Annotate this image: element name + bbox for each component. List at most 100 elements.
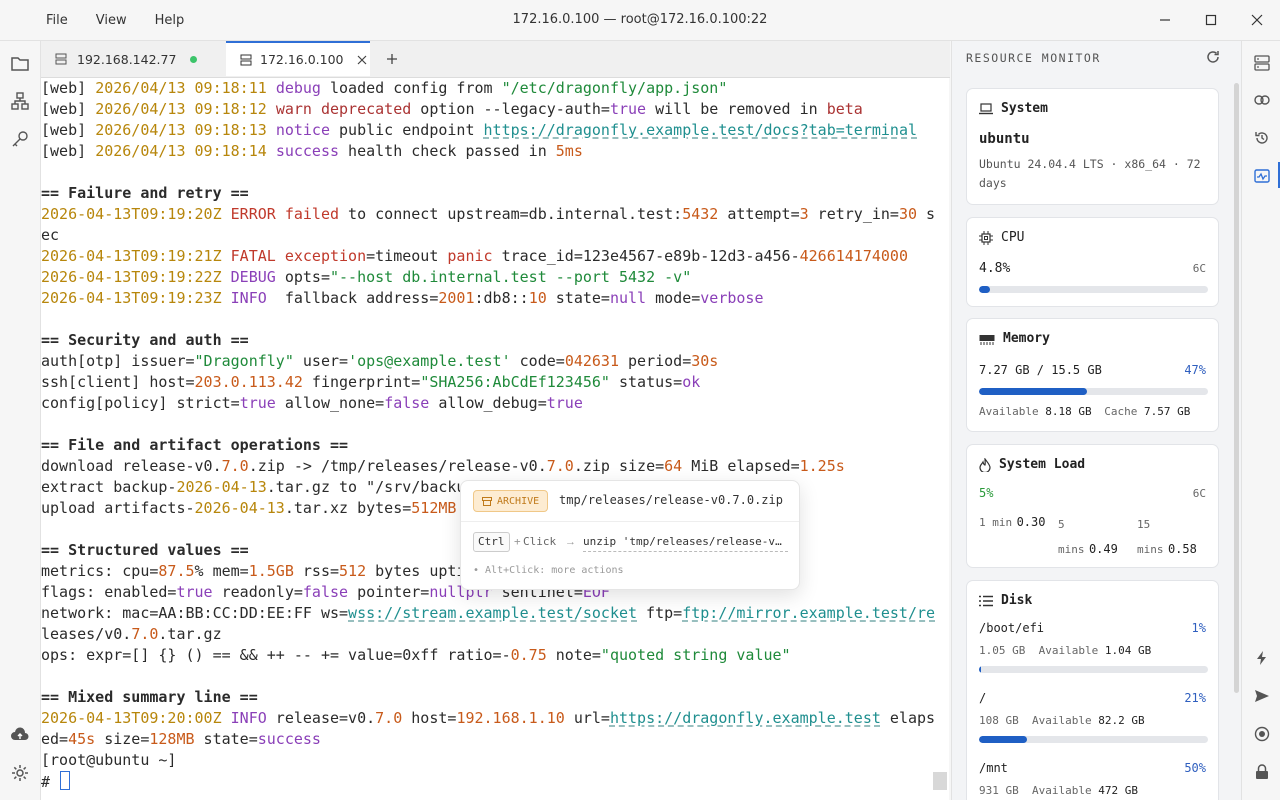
cursor [60, 771, 71, 790]
card-label: Disk [1001, 593, 1033, 608]
memory-card: Memory 7.27 GB / 15.5 GB 47% Available 8… [966, 318, 1219, 432]
popup-command[interactable]: unzip 'tmp/releases/release-v0.7.0.zip' [583, 533, 788, 552]
line-text: ec [41, 226, 60, 244]
line-text: 2026-04-13T09:19:22Z DEBUG opts="--host … [41, 268, 692, 286]
send-icon[interactable] [1250, 684, 1274, 708]
terminal-line: config[policy] strict=true allow_none=fa… [41, 393, 583, 414]
right-icon-rail [1234, 41, 1280, 800]
minimize-button[interactable] [1142, 0, 1188, 40]
cpu-cores: 6C [1192, 262, 1206, 275]
line-text: download release-v0.7.0.zip -> /tmp/rele… [41, 457, 845, 475]
menu-help[interactable]: Help [141, 13, 199, 28]
input-line[interactable]: # [41, 771, 71, 792]
prompt-symbol: # [41, 773, 60, 791]
menu-file[interactable]: File [32, 13, 82, 28]
archive-badge: ARCHIVE [473, 490, 549, 512]
mount-size: 108 GB [979, 714, 1019, 727]
link-icon[interactable] [1250, 88, 1274, 112]
disk-card: Disk /boot/efi 1% 1.05 GB Available 1.04… [966, 580, 1219, 800]
mount-available: 1.04 GB [1104, 644, 1152, 657]
badge-label: ARCHIVE [497, 495, 540, 507]
card-label: System [1001, 101, 1048, 116]
lock-icon[interactable] [1250, 760, 1274, 784]
disk-title: Disk [979, 593, 1032, 608]
terminal-line: leases/v0.7.0.tar.gz [41, 624, 222, 645]
tab-session-1[interactable]: 192.168.142.77 [41, 41, 226, 77]
memory-details: Available 8.18 GB Cache 7.57 GB [979, 405, 1190, 418]
load-label: 15 [1137, 518, 1151, 531]
new-tab-button[interactable] [380, 41, 404, 77]
terminal-line: [web] 2026/04/13 09:18:14 success health… [41, 141, 583, 162]
line-text: == Mixed summary line == [41, 688, 258, 706]
line-text: 2026-04-13T09:19:20Z ERROR failed to con… [41, 205, 936, 223]
cpu-bar-fill [979, 286, 990, 293]
memory-icon [979, 334, 995, 345]
record-icon[interactable] [1250, 722, 1274, 746]
system-card: System ubuntu Ubuntu 24.04.4 LTS · x86_6… [966, 88, 1219, 205]
card-label: CPU [1001, 230, 1025, 245]
prompt-line: [root@ubuntu ~] [41, 750, 176, 771]
line-text: 2026-04-13T09:19:23Z INFO fallback addre… [41, 289, 764, 307]
menu-view[interactable]: View [82, 13, 141, 28]
disk-bar-fill [979, 736, 1028, 743]
cpu-title: CPU [979, 230, 1024, 245]
refresh-icon[interactable] [1206, 50, 1220, 69]
network-tree-icon[interactable] [8, 89, 32, 113]
line-text: extract backup-2026-04-13.tar.gz to "/sr… [41, 478, 466, 496]
available-label: Available [1032, 714, 1092, 727]
mount-path: /boot/efi [979, 621, 1045, 635]
cloud-upload-icon[interactable] [8, 723, 32, 747]
lightning-icon[interactable] [1250, 646, 1274, 670]
server-list-icon[interactable] [1250, 51, 1274, 75]
activity-monitor-icon[interactable] [1250, 164, 1274, 188]
ctrl-key: Ctrl [473, 532, 510, 552]
available-label: Available [1038, 644, 1099, 657]
line-text: == Security and auth == [41, 331, 249, 349]
card-label: Memory [1003, 331, 1050, 346]
monitor-title: RESOURCE MONITOR [966, 51, 1101, 65]
terminal-line: 2026-04-13T09:19:20Z ERROR failed to con… [41, 204, 935, 225]
history-icon[interactable] [1250, 126, 1274, 150]
available-value: 8.18 GB [1045, 405, 1092, 418]
key-icon[interactable] [8, 127, 32, 151]
section-header: == Security and auth == [41, 330, 249, 351]
plus-icon [387, 54, 397, 64]
tab-close-icon[interactable] [357, 55, 367, 65]
section-header: == Failure and retry == [41, 183, 249, 204]
status-dot-icon [190, 55, 198, 63]
line-text: ssh[client] host=203.0.113.42 fingerprin… [41, 373, 701, 391]
close-icon [1251, 14, 1263, 26]
maximize-button[interactable] [1188, 0, 1234, 40]
tab-bar: 192.168.142.77 172.16.0.100 [41, 41, 950, 78]
line-text: network: mac=AA:BB:CC:DD:EE:FF ws=wss://… [41, 604, 936, 622]
tab-session-2[interactable]: 172.16.0.100 [226, 41, 370, 76]
terminal-line: ops: expr=[] {} () == && ++ -- += value=… [41, 645, 791, 666]
mount-details: 1.05 GB Available 1.04 GB [979, 644, 1151, 657]
resource-monitor-panel: RESOURCE MONITOR System ubuntu Ubuntu 24… [951, 41, 1241, 800]
line-text: 2026-04-13T09:19:21Z FATAL exception=tim… [41, 247, 908, 265]
monitor-scrollbar[interactable] [1234, 83, 1239, 693]
line-text: == Structured values == [41, 541, 249, 559]
section-header: == Structured values == [41, 540, 249, 561]
load-label: 5 [1058, 518, 1065, 531]
mount-size: 1.05 GB [979, 644, 1026, 657]
settings-gear-icon[interactable] [8, 761, 32, 785]
memory-percent: 47% [1184, 363, 1206, 377]
load-value: 0.30 [1016, 515, 1046, 529]
mount-details: 108 GB Available 82.2 GB [979, 714, 1145, 727]
disk-bar [979, 736, 1208, 743]
line-text: upload artifacts-2026-04-13.tar.xz bytes… [41, 499, 457, 517]
line-text: [web] 2026/04/13 09:18:14 success health… [41, 142, 583, 160]
cpu-card: CPU 4.8% 6C [966, 217, 1219, 307]
line-text: [web] 2026/04/13 09:18:13 notice public … [41, 121, 918, 139]
folder-icon[interactable] [8, 51, 32, 75]
close-window-button[interactable] [1234, 0, 1280, 40]
terminal-line: metrics: cpu=87.5% mem=1.5GB rss=512 byt… [41, 561, 465, 582]
terminal-line: ec [41, 225, 59, 246]
cpu-bar [979, 286, 1208, 293]
mount-percent: 1% [1191, 621, 1206, 635]
terminal-line: upload artifacts-2026-04-13.tar.xz bytes… [41, 498, 456, 519]
terminal-output[interactable]: [web] 2026/04/13 09:18:11 debug loaded c… [41, 78, 949, 800]
cpu-chip-icon [979, 230, 993, 245]
terminal-scrollbar[interactable] [933, 772, 947, 790]
